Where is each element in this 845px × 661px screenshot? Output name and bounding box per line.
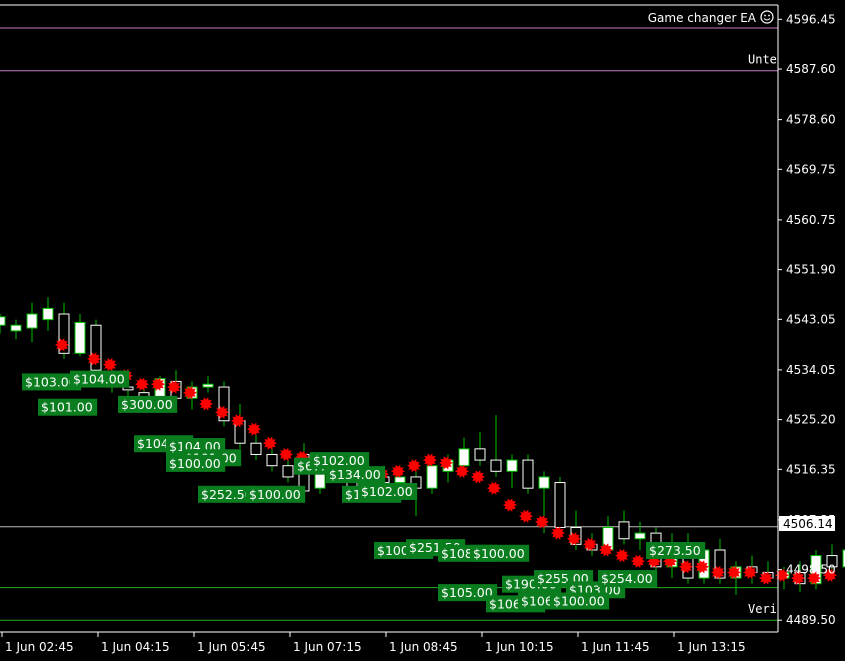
trade-label-text: $100.00 — [169, 456, 221, 471]
price-tick-label: 4578.60 — [786, 113, 836, 127]
trade-profit-label: $104.00 — [70, 370, 130, 388]
expert-advisor-label[interactable]: Game changer EA — [648, 10, 774, 25]
candle-body — [474, 448, 486, 461]
candle-body — [10, 324, 22, 332]
candle-body — [522, 459, 534, 489]
trade-label-text: $101.00 — [41, 400, 93, 415]
trade-label-text: $103.00 — [25, 374, 77, 389]
price-tick-label: 4596.45 — [786, 12, 836, 26]
price-tick-label: 4498.50 — [786, 563, 836, 577]
price-tick-label: 4551.90 — [786, 263, 836, 277]
trade-label-text: $134.00 — [329, 467, 381, 482]
trade-label-text: $100.00 — [553, 594, 605, 609]
candle-body — [618, 521, 630, 540]
time-tick-label: 1 Jun 04:15 — [101, 640, 170, 654]
time-tick-label: 1 Jun 07:15 — [293, 640, 362, 654]
price-tick-label: 4587.60 — [786, 62, 836, 76]
level-line-label: Veri — [748, 602, 777, 616]
time-tick-label: 1 Jun 13:15 — [677, 640, 746, 654]
price-tick-label: 4543.05 — [786, 312, 836, 326]
candle-body — [282, 465, 294, 478]
candle-body — [490, 459, 502, 472]
chart-canvas[interactable]: Unte Veri $103.00$104.00 $101.00 $300.00 $10… — [0, 0, 845, 657]
trade-profit-label: $273.50 — [646, 541, 706, 559]
trade-profit-label: $254.00 — [598, 570, 658, 588]
candle-body — [74, 321, 86, 354]
trade-label-text: $300.00 — [121, 397, 173, 412]
candle-body — [458, 448, 470, 467]
candle-body — [0, 316, 6, 326]
trade-label-text: $100.00 — [249, 487, 301, 502]
trade-profit-label: $134.00 — [326, 466, 386, 484]
trade-profit-label: $100.00 — [550, 592, 610, 610]
price-tick-label: 4534.05 — [786, 363, 836, 377]
trade-label-text: $104.00 — [73, 372, 125, 387]
trade-profit-label: $300.00 — [118, 395, 178, 413]
trade-profit-label: $100.00 — [470, 544, 530, 562]
candle-body — [266, 453, 278, 467]
candle-body — [634, 532, 646, 540]
price-tick-label: 4560.75 — [786, 213, 836, 227]
trade-label-text: $100.00 — [473, 546, 525, 561]
price-tick-label: 4569.75 — [786, 162, 836, 176]
current-price-value: 4506.14 — [783, 517, 833, 531]
trade-profit-label: $100.00 — [246, 485, 306, 503]
candle-body — [26, 313, 38, 329]
time-tick-label: 1 Jun 10:15 — [485, 640, 554, 654]
candle-body — [538, 476, 550, 489]
trade-label-text: $102.00 — [361, 484, 413, 499]
trade-label-text: $102.00 — [313, 453, 365, 468]
trade-label-text: $105.00 — [441, 585, 493, 600]
time-tick-label: 1 Jun 11:45 — [581, 640, 650, 654]
time-tick-label: 1 Jun 05:45 — [197, 640, 266, 654]
candle-body — [250, 442, 262, 455]
candle-body — [506, 459, 518, 472]
price-tick-label: 4516.35 — [786, 462, 836, 476]
trade-label-text: $273.50 — [649, 543, 701, 558]
time-tick-label: 1 Jun 02:45 — [5, 640, 74, 654]
ea-name: Game changer EA — [648, 11, 757, 25]
candle-body — [554, 482, 566, 529]
candle-body — [426, 465, 438, 489]
candle-body — [42, 307, 54, 321]
trade-profit-label: $100.00 — [166, 454, 226, 472]
price-tick-label: 4489.50 — [786, 613, 836, 627]
current-price-tag: 4506.14 — [779, 516, 835, 531]
candle-body — [202, 383, 214, 388]
trade-label-text: $252.50 — [201, 487, 253, 502]
trade-profit-label: $102.00 — [358, 482, 418, 500]
trade-label-text: $254.00 — [601, 571, 653, 586]
trade-profit-label: $101.00 — [38, 398, 98, 416]
price-tick-label: 4525.20 — [786, 413, 836, 427]
time-tick-label: 1 Jun 08:45 — [389, 640, 458, 654]
level-line-label: Unte — [748, 53, 777, 67]
price-chart[interactable]: Unte Veri $103.00 $104.00 $101.00 $300.00 $10… — [0, 0, 845, 657]
